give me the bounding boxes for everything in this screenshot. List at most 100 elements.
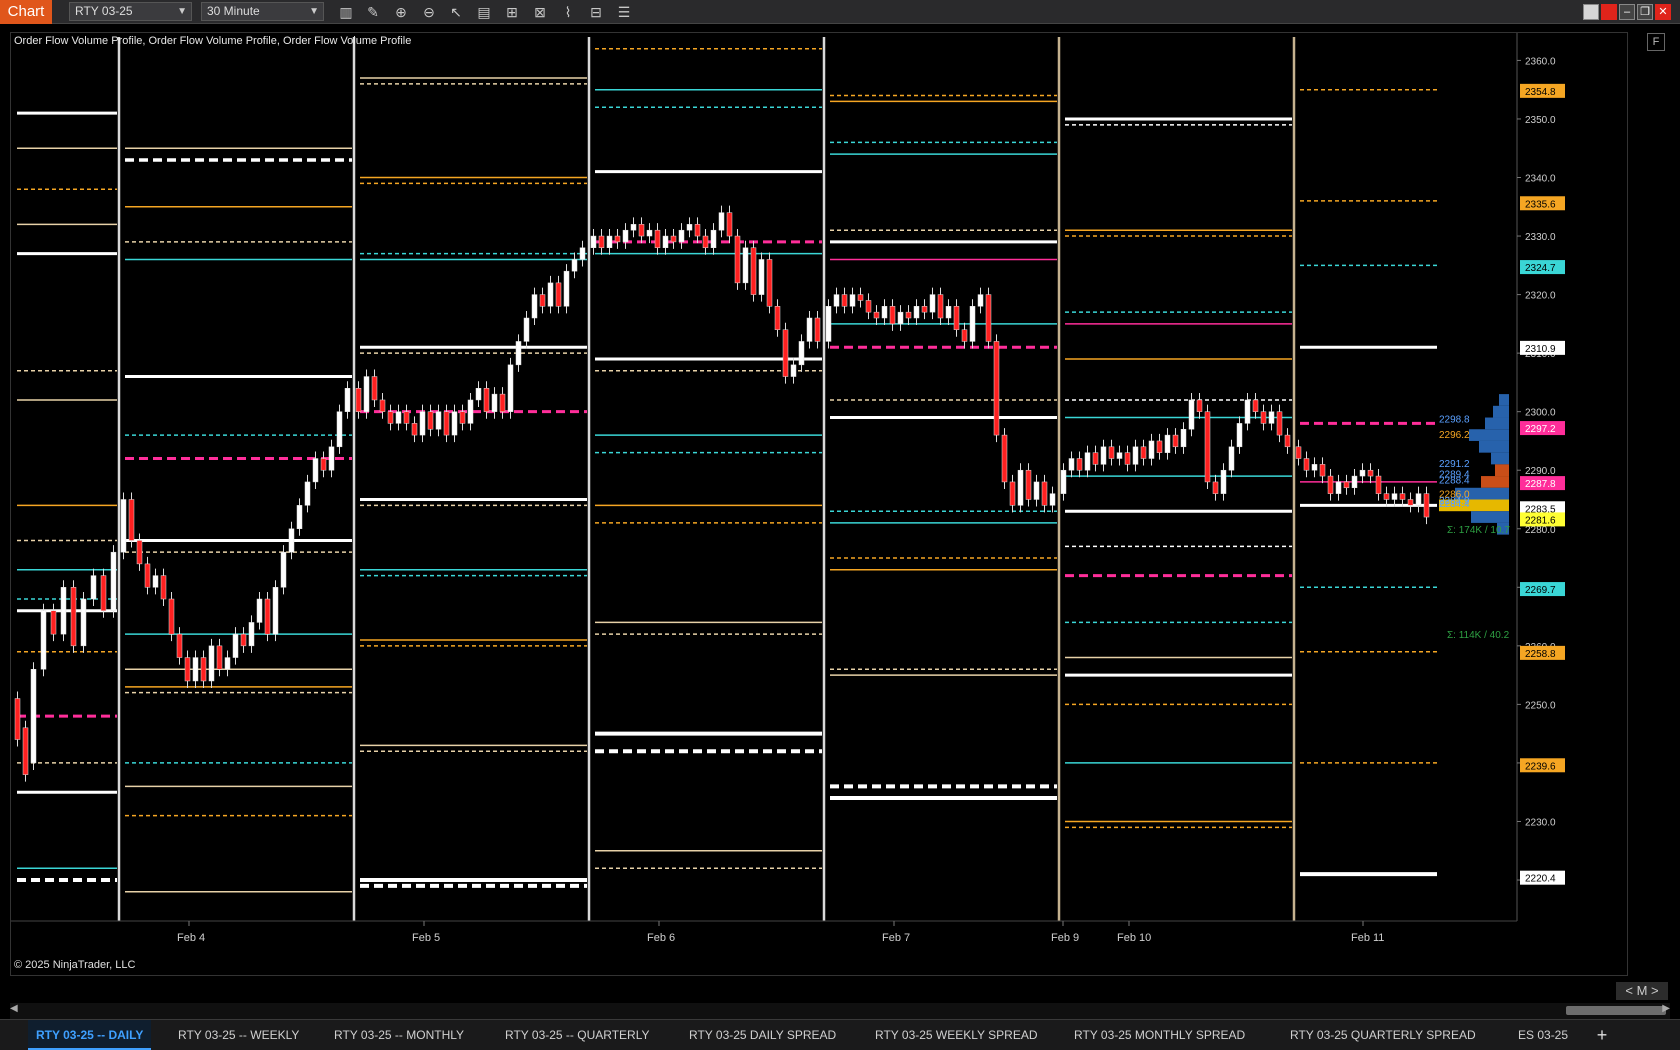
- tab-rty-weekly[interactable]: RTY 03-25 -- WEEKLY: [170, 1020, 307, 1050]
- restore-icon[interactable]: ❐: [1637, 4, 1653, 20]
- zoom-in-icon[interactable]: ⊕: [391, 2, 411, 22]
- candle-body: [694, 224, 701, 237]
- candle-body: [1172, 434, 1179, 448]
- profile-price-label: 2298.8: [1439, 415, 1470, 426]
- tab-rty-quarterly[interactable]: RTY 03-25 -- QUARTERLY: [497, 1020, 658, 1050]
- link-red-icon[interactable]: [1601, 4, 1617, 20]
- instrument-value: RTY 03-25: [75, 4, 133, 18]
- candle-body: [216, 645, 223, 670]
- candle-body: [304, 481, 311, 506]
- candle-body: [60, 587, 67, 635]
- candle-body: [336, 411, 343, 448]
- templates-icon[interactable]: ⊟: [586, 2, 606, 22]
- candle-body: [1188, 399, 1195, 430]
- candle-body: [1180, 428, 1187, 448]
- candle-body: [344, 388, 351, 412]
- chart-menu-button[interactable]: Chart: [0, 0, 52, 24]
- minimize-gray-icon[interactable]: [1583, 4, 1599, 20]
- candle-body: [1423, 493, 1430, 518]
- candle-body: [806, 317, 813, 342]
- candle-body: [1268, 411, 1275, 424]
- candle-body: [825, 306, 832, 342]
- scroll-right-icon[interactable]: ▶: [1662, 1003, 1670, 1014]
- profile-volume-label: Σ: 114K / 40.2: [1447, 630, 1510, 641]
- candle-body: [184, 657, 191, 682]
- properties-icon[interactable]: ⊞: [502, 2, 522, 22]
- scroll-thumb[interactable]: [1566, 1006, 1666, 1015]
- candle-body: [1041, 481, 1048, 506]
- pointer-icon[interactable]: ↖: [446, 2, 466, 22]
- candle-body: [865, 300, 872, 313]
- price-marker-label: 2220.4: [1525, 874, 1556, 885]
- candle-body: [945, 306, 952, 319]
- price-chart[interactable]: 2298.82296.22291.22289.42288.42286.02284…: [11, 33, 1629, 977]
- volume-profile-bar: [1469, 429, 1509, 441]
- time-axis: Feb 4 Feb 5 Feb 6 Feb 7 Feb 9 Feb 10 Feb 11: [11, 920, 1517, 944]
- minimize-icon[interactable]: –: [1619, 4, 1635, 20]
- tab-rty-weekly-spread[interactable]: RTY 03-25 WEEKLY SPREAD: [867, 1020, 1046, 1050]
- price-tick-label: 2290.0: [1525, 466, 1556, 477]
- tab-rty-daily-spread[interactable]: RTY 03-25 DAILY SPREAD: [681, 1020, 844, 1050]
- candle-body: [411, 423, 418, 436]
- interval-selector[interactable]: 30 Minute ▼: [201, 2, 324, 21]
- chart-panel[interactable]: 2298.8 2296.2 2291.2 2289.4 2288.4 2286.0 2284…: [10, 32, 1628, 976]
- strategies-icon[interactable]: ⌇: [558, 2, 578, 22]
- tab-rty-quarterly-spread[interactable]: RTY 03-25 QUARTERLY SPREAD: [1282, 1020, 1484, 1050]
- price-tick-label: 2250.0: [1525, 700, 1556, 711]
- candle-body: [889, 306, 896, 325]
- instrument-selector[interactable]: RTY 03-25 ▼: [69, 2, 192, 21]
- candle-body: [264, 598, 271, 635]
- data-box-icon[interactable]: ▤: [474, 2, 494, 22]
- tab-es[interactable]: ES 03-25: [1510, 1020, 1576, 1050]
- candle-body: [248, 622, 255, 647]
- candle-body: [176, 633, 183, 658]
- candle-body: [1132, 446, 1139, 465]
- candle-body: [1092, 452, 1099, 465]
- candle-body: [654, 229, 661, 249]
- chart-tabs: RTY 03-25 -- DAILY RTY 03-25 -- WEEKLY R…: [0, 1019, 1680, 1050]
- menu-list-icon[interactable]: ☰: [614, 2, 634, 22]
- chart-toolbar: Chart RTY 03-25 ▼ 30 Minute ▼ ▥ ✎ ⊕ ⊖ ↖ …: [0, 0, 1680, 24]
- add-tab-button[interactable]: +: [1590, 1020, 1614, 1050]
- tab-rty-monthly-spread[interactable]: RTY 03-25 MONTHLY SPREAD: [1066, 1020, 1253, 1050]
- time-tick-label: Feb 5: [412, 932, 440, 944]
- candle-body: [152, 575, 159, 588]
- scroll-left-icon[interactable]: ◀: [10, 1003, 18, 1014]
- candle-body: [590, 235, 597, 249]
- price-tick-label: 2350.0: [1525, 115, 1556, 126]
- candle-body: [1033, 481, 1040, 500]
- price-marker-label: 2297.2: [1525, 424, 1556, 435]
- candle-body: [1252, 399, 1259, 412]
- candle-body: [272, 587, 279, 635]
- candle-body: [1351, 475, 1358, 489]
- candle-body: [70, 587, 77, 647]
- horizontal-scrollbar[interactable]: ◀ ▶: [10, 1003, 1670, 1019]
- candle-body: [563, 270, 570, 307]
- candle-body: [491, 393, 498, 412]
- interval-value: 30 Minute: [207, 4, 260, 18]
- tab-rty-monthly[interactable]: RTY 03-25 -- MONTHLY: [326, 1020, 472, 1050]
- close-icon[interactable]: ✕: [1655, 4, 1671, 20]
- candle-body: [443, 411, 450, 436]
- candle-body: [50, 610, 57, 635]
- candle-body: [646, 229, 653, 237]
- candle-body: [622, 229, 629, 243]
- candle-body: [1399, 493, 1406, 500]
- candle-body: [200, 657, 207, 682]
- tab-rty-daily[interactable]: RTY 03-25 -- DAILY: [28, 1020, 152, 1050]
- zoom-out-icon[interactable]: ⊖: [419, 2, 439, 22]
- candle-body: [232, 633, 239, 658]
- draw-pencil-icon[interactable]: ✎: [363, 2, 383, 22]
- indicators-icon[interactable]: ⊠: [530, 2, 550, 22]
- volume-profile-bar: [1491, 452, 1509, 465]
- candle-body: [1084, 452, 1091, 471]
- candle-body: [296, 505, 303, 530]
- f-button[interactable]: F: [1647, 33, 1665, 51]
- volume-profile-bar: [1479, 440, 1509, 453]
- chart-nav-controls[interactable]: < M >: [1616, 982, 1668, 1000]
- candle-body: [686, 224, 693, 231]
- candle-body: [774, 306, 781, 330]
- bar-type-icon[interactable]: ▥: [336, 2, 356, 22]
- profile-price-label: 2291.2: [1439, 459, 1470, 470]
- candle-body: [710, 229, 717, 249]
